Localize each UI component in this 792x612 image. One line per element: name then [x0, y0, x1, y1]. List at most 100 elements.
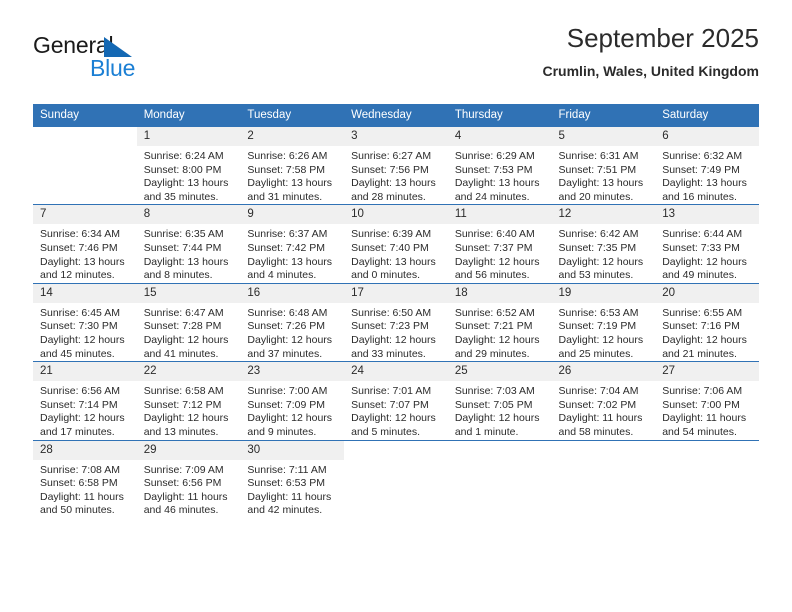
day-number: 2 [240, 127, 345, 146]
day-number: 7 [33, 205, 137, 225]
day-detail-daylight2: and 5 minutes. [351, 425, 420, 438]
calendar-week-row: 21 Sunrise: 6:56 AM Sunset: 7:14 PM Dayligh… [33, 361, 759, 440]
calendar-day-cell: 29 Sunrise: 7:09 AM Sunset: 6:56 PM Dayligh… [136, 439, 241, 518]
day-number: 20 [655, 283, 759, 303]
day-detail-daylight1: Daylight: 12 hours [351, 412, 436, 425]
day-detail-daylight2: and 49 minutes. [662, 269, 737, 282]
day-detail-daylight1: Daylight: 11 hours [247, 490, 332, 503]
day-number: 25 [447, 362, 552, 382]
day-detail-daylight1: Daylight: 13 hours [247, 177, 333, 190]
day-number: 24 [344, 362, 448, 382]
day-detail-daylight1: Daylight: 12 hours [40, 412, 125, 425]
day-number: 26 [551, 362, 656, 382]
day-detail-daylight2: and 41 minutes. [143, 347, 219, 360]
day-detail-daylight2: and 33 minutes. [351, 347, 426, 360]
calendar-day-cell: 24 Sunrise: 7:01 AM Sunset: 7:07 PM Dayligh… [344, 361, 448, 440]
day-detail-daylight2: and 29 minutes. [454, 347, 530, 360]
weekday-header-saturday: Saturday [655, 104, 759, 127]
day-number: 21 [33, 362, 137, 382]
day-details: Sunrise: 6:27 AM Sunset: 7:56 PM Daylight:… [344, 146, 448, 204]
calendar-day-cell-empty [655, 439, 759, 518]
calendar-day-cell-empty [551, 439, 656, 518]
day-detail-daylight1: Daylight: 13 hours [662, 177, 747, 190]
day-detail-sunrise: Sunrise: 6:45 AM [40, 306, 120, 319]
calendar-day-cell-empty [344, 439, 448, 518]
day-number: 15 [136, 283, 241, 303]
day-detail-sunset: Sunset: 7:00 PM [662, 398, 740, 411]
calendar-day-cell: 17 Sunrise: 6:50 AM Sunset: 7:23 PM Dayligh… [344, 282, 448, 362]
calendar-day-cell: 26 Sunrise: 7:04 AM Sunset: 7:02 PM Dayligh… [551, 361, 656, 440]
day-detail-sunrise: Sunrise: 6:44 AM [662, 228, 743, 241]
day-detail-sunset: Sunset: 7:07 PM [351, 398, 429, 411]
day-detail-sunrise: Sunrise: 7:03 AM [454, 385, 535, 398]
calendar-day-cell: 14 Sunrise: 6:45 AM Sunset: 7:30 PM Dayligh… [33, 282, 137, 362]
day-detail-sunrise: Sunrise: 6:26 AM [247, 150, 328, 162]
calendar-week-row: 28 Sunrise: 7:08 AM Sunset: 6:58 PM Dayligh… [33, 439, 759, 518]
day-detail-daylight1: Daylight: 12 hours [454, 255, 540, 268]
day-detail-daylight1: Daylight: 12 hours [351, 333, 436, 346]
day-detail-sunset: Sunset: 7:21 PM [454, 320, 533, 333]
day-detail-daylight2: and 25 minutes. [558, 347, 634, 360]
day-detail-sunrise: Sunrise: 7:04 AM [558, 385, 639, 398]
day-detail-sunset: Sunset: 7:35 PM [558, 241, 637, 254]
calendar-day-cell: 11 Sunrise: 6:40 AM Sunset: 7:37 PM Dayligh… [447, 204, 552, 284]
day-detail-daylight1: Daylight: 13 hours [143, 177, 229, 190]
day-details: Sunrise: 7:03 AM Sunset: 7:05 PM Daylight:… [448, 381, 552, 439]
calendar-day-cell-empty [447, 439, 552, 518]
general-blue-logo: General Blue [33, 32, 213, 88]
calendar-body: 1 Sunrise: 6:24 AM Sunset: 8:00 PM Daylight… [33, 125, 759, 518]
day-detail-sunrise: Sunrise: 6:52 AM [454, 306, 535, 319]
day-detail-daylight2: and 8 minutes. [143, 269, 213, 282]
day-details: Sunrise: 6:35 AM Sunset: 7:44 PM Daylight:… [137, 224, 241, 282]
day-details: Sunrise: 7:09 AM Sunset: 6:56 PM Daylight:… [137, 460, 241, 518]
day-number [33, 127, 137, 146]
day-number: 4 [447, 127, 552, 146]
calendar-day-cell: 1 Sunrise: 6:24 AM Sunset: 8:00 PM Daylight… [136, 125, 241, 205]
calendar-day-cell: 23 Sunrise: 7:00 AM Sunset: 7:09 PM Dayligh… [240, 361, 345, 440]
day-number: 30 [240, 440, 345, 460]
day-detail-sunrise: Sunrise: 6:58 AM [143, 385, 224, 398]
day-number: 6 [655, 127, 759, 146]
day-detail-daylight2: and 42 minutes. [247, 504, 323, 517]
day-detail-daylight2: and 54 minutes. [662, 425, 737, 438]
day-details: Sunrise: 6:53 AM Sunset: 7:19 PM Daylight:… [552, 303, 656, 361]
day-detail-daylight1: Daylight: 12 hours [558, 255, 644, 268]
calendar-day-cell: 30 Sunrise: 7:11 AM Sunset: 6:53 PM Dayligh… [240, 439, 345, 518]
day-number: 3 [344, 127, 448, 146]
day-detail-sunrise: Sunrise: 7:08 AM [40, 463, 120, 476]
day-detail-daylight1: Daylight: 12 hours [143, 412, 229, 425]
weekday-header-tuesday: Tuesday [240, 104, 345, 127]
day-number: 10 [344, 205, 448, 225]
day-number: 29 [136, 440, 241, 460]
day-detail-sunset: Sunset: 7:58 PM [247, 163, 326, 176]
day-detail-daylight2: and 4 minutes. [247, 269, 317, 282]
calendar-day-cell: 18 Sunrise: 6:52 AM Sunset: 7:21 PM Dayligh… [447, 282, 552, 362]
day-detail-daylight2: and 24 minutes. [454, 190, 530, 203]
day-detail-sunrise: Sunrise: 7:11 AM [247, 463, 327, 476]
day-detail-daylight2: and 53 minutes. [558, 269, 634, 282]
day-number [344, 441, 448, 460]
day-detail-daylight1: Daylight: 12 hours [558, 333, 644, 346]
calendar-day-cell: 12 Sunrise: 6:42 AM Sunset: 7:35 PM Dayligh… [551, 204, 656, 284]
day-detail-daylight2: and 12 minutes. [40, 269, 115, 282]
day-detail-sunset: Sunset: 7:42 PM [247, 241, 326, 254]
day-details: Sunrise: 6:37 AM Sunset: 7:42 PM Daylight:… [240, 224, 344, 282]
day-detail-sunrise: Sunrise: 6:53 AM [558, 306, 639, 319]
day-details: Sunrise: 6:56 AM Sunset: 7:14 PM Daylight:… [33, 381, 137, 439]
day-details: Sunrise: 6:40 AM Sunset: 7:37 PM Daylight:… [448, 224, 552, 282]
day-details: Sunrise: 6:26 AM Sunset: 7:58 PM Daylight:… [240, 146, 344, 204]
sunrise-sunset-calendar: Sunday Monday Tuesday Wednesday Thursday… [33, 104, 759, 518]
day-number: 16 [240, 283, 345, 303]
day-details: Sunrise: 6:58 AM Sunset: 7:12 PM Daylight:… [137, 381, 241, 439]
day-details: Sunrise: 6:31 AM Sunset: 7:51 PM Daylight:… [552, 146, 656, 204]
day-detail-daylight2: and 0 minutes. [351, 269, 420, 282]
day-detail-daylight1: Daylight: 12 hours [454, 412, 540, 425]
day-number: 12 [551, 205, 656, 225]
day-detail-daylight1: Daylight: 12 hours [662, 255, 747, 268]
day-detail-sunset: Sunset: 7:51 PM [558, 163, 637, 176]
weekday-header-wednesday: Wednesday [344, 104, 448, 127]
day-detail-sunrise: Sunrise: 6:29 AM [454, 150, 535, 162]
calendar-day-cell: 9 Sunrise: 6:37 AM Sunset: 7:42 PM Daylight… [240, 204, 345, 284]
calendar-day-cell: 8 Sunrise: 6:35 AM Sunset: 7:44 PM Daylight… [136, 204, 241, 284]
day-detail-sunrise: Sunrise: 6:39 AM [351, 228, 432, 241]
